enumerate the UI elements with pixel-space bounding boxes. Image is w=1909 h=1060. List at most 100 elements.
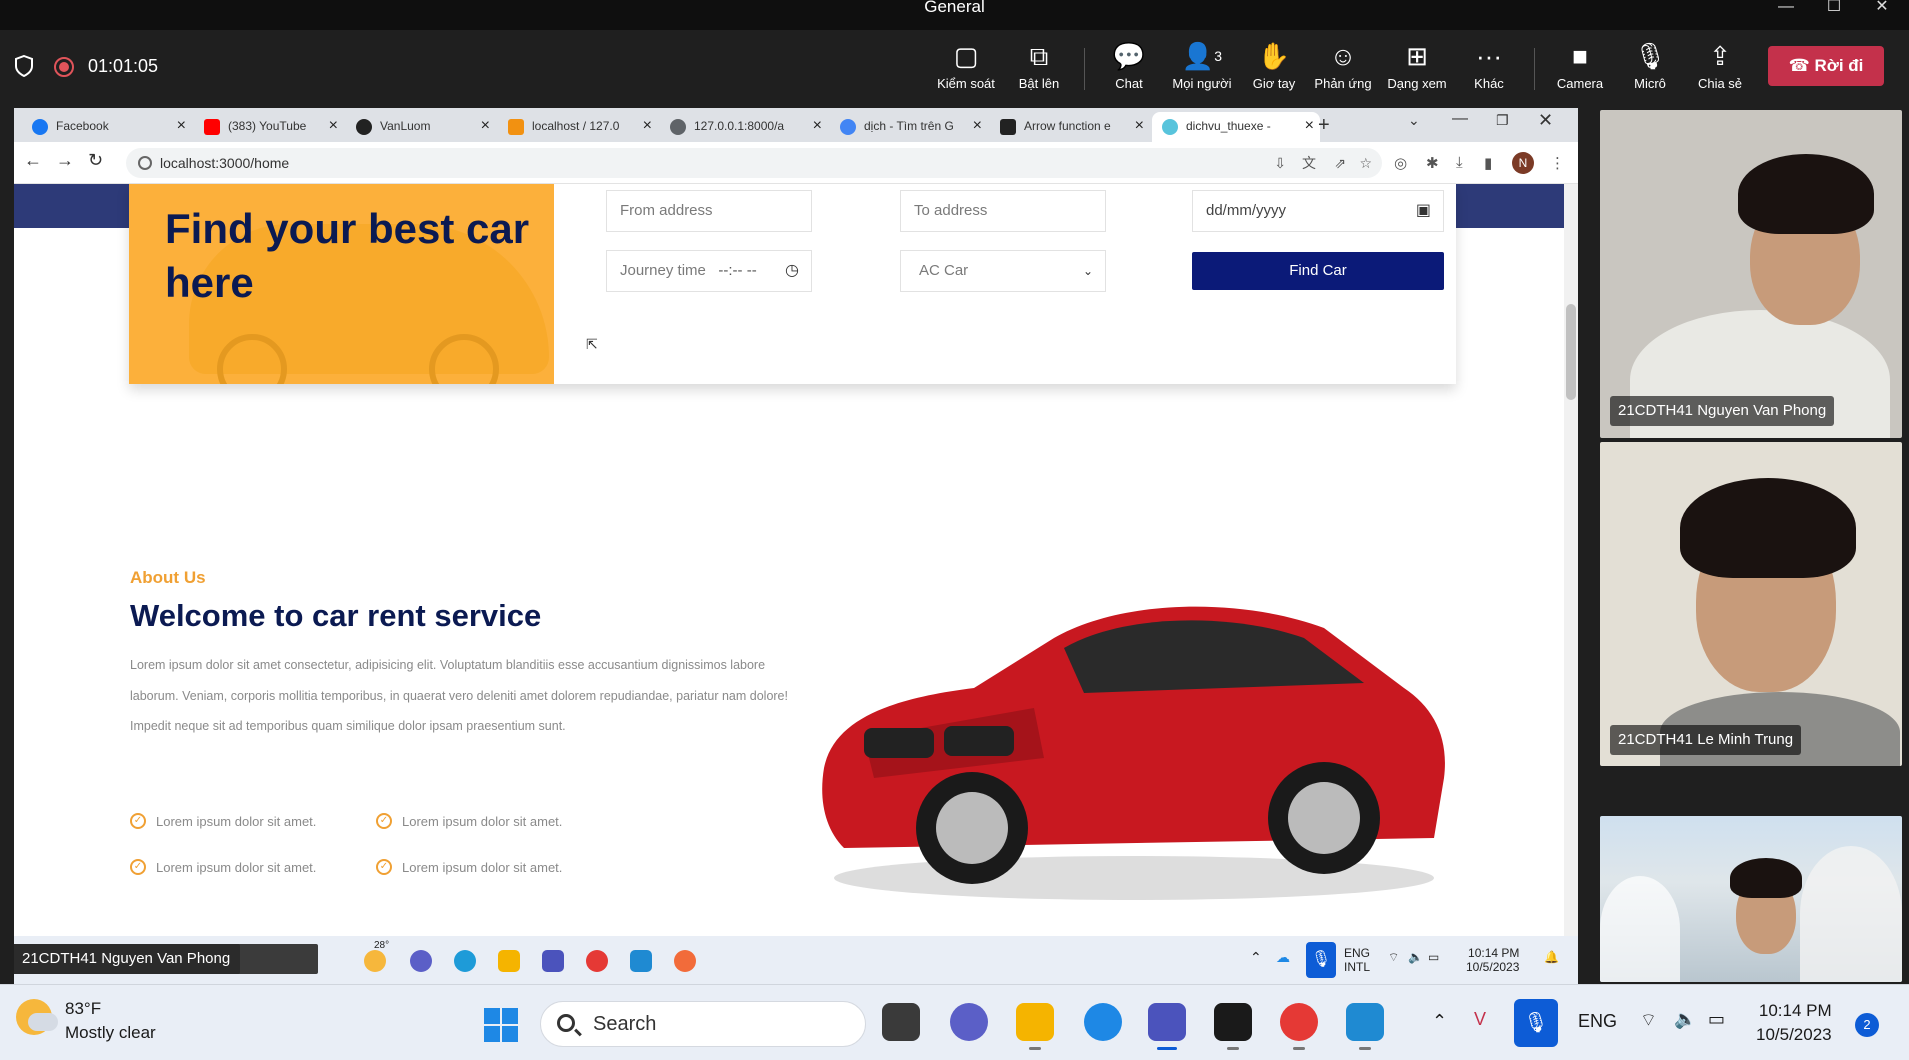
chat-button[interactable]: 💬 Chat	[1098, 40, 1160, 100]
weather-condition[interactable]: Mostly clear	[65, 1023, 156, 1043]
control-button[interactable]: ▢ Kiểm soát	[930, 40, 1002, 100]
find-car-button[interactable]: Find Car	[1192, 252, 1444, 290]
weather-icon[interactable]	[16, 999, 58, 1035]
leave-button[interactable]: ☎ Rời đi	[1768, 46, 1884, 86]
clock-icon[interactable]: ◷	[785, 251, 799, 291]
close-tab-icon[interactable]: ×	[1135, 112, 1144, 140]
close-tab-icon[interactable]: ×	[177, 112, 186, 140]
minimize-button[interactable]: —	[1764, 0, 1808, 22]
url-input[interactable]: localhost:3000/home ⇩ 文 ⇗ ☆	[126, 148, 1382, 178]
more-button[interactable]: ··· Khác	[1458, 40, 1520, 100]
input-language[interactable]: ENG	[1578, 1011, 1617, 1032]
browser-close-icon[interactable]: ✕	[1538, 110, 1553, 131]
profile-avatar[interactable]: N	[1512, 152, 1534, 174]
reload-icon[interactable]: ↻	[88, 150, 103, 171]
browser-tab[interactable]: dịch - Tìm trên G ×	[830, 112, 988, 142]
browser-minimize-icon[interactable]: —	[1452, 110, 1468, 128]
raise-hand-button[interactable]: ✋ Giơ tay	[1244, 40, 1304, 100]
weather-temperature[interactable]: 83°F	[65, 999, 101, 1019]
forward-icon[interactable]: →	[56, 150, 74, 171]
notification-badge[interactable]: 2	[1855, 1013, 1879, 1037]
tab-search-icon[interactable]: ⌄	[1408, 112, 1420, 129]
task-view-icon[interactable]	[882, 1003, 920, 1041]
zalo-icon[interactable]	[1084, 1003, 1122, 1041]
reaction-button[interactable]: ☺ Phản ứng	[1306, 40, 1380, 100]
vietkey-icon[interactable]: V	[1474, 1009, 1486, 1030]
vscode-icon[interactable]	[1346, 1003, 1384, 1050]
teams-chat-icon[interactable]	[410, 950, 432, 972]
extension-icon[interactable]: ◎	[1394, 154, 1407, 172]
onedrive-icon[interactable]: ☁	[1276, 950, 1290, 964]
mic-button[interactable]: 🎙 Micrô	[1620, 40, 1680, 100]
browser-restore-icon[interactable]: ❐	[1496, 112, 1509, 129]
participant-tile[interactable]: 21CDTH41 Nguyen Van Phong	[1600, 110, 1902, 438]
chevron-up-icon[interactable]: ⌃	[1250, 950, 1262, 964]
browser-tab[interactable]: (383) YouTube ×	[194, 112, 344, 142]
close-tab-icon[interactable]: ×	[643, 112, 652, 140]
inner-clock[interactable]: 10:14 PM 10/5/2023	[1466, 946, 1519, 974]
share-page-icon[interactable]: ⇗	[1334, 148, 1346, 178]
share-button[interactable]: ⇪ Chia sẻ	[1688, 40, 1752, 100]
volume-icon[interactable]: 🔈	[1408, 950, 1423, 964]
journey-time-input[interactable]: Journey time --:-- -- ◷	[606, 250, 812, 292]
postman-icon[interactable]	[674, 950, 696, 972]
side-panel-icon[interactable]: ▮	[1484, 154, 1492, 172]
extensions-puzzle-icon[interactable]: ✱	[1426, 154, 1439, 172]
browser-tab[interactable]: 127.0.0.1:8000/a ×	[660, 112, 828, 142]
chrome-icon[interactable]	[586, 950, 608, 972]
edge-icon[interactable]	[454, 950, 476, 972]
participant-tile[interactable]	[1600, 816, 1902, 982]
close-tab-icon[interactable]: ×	[813, 112, 822, 140]
browser-tab[interactable]: Arrow function e ×	[990, 112, 1150, 142]
browser-menu-icon[interactable]: ⋮	[1550, 154, 1565, 172]
teams-icon[interactable]	[1148, 1003, 1186, 1050]
system-clock[interactable]: 10:14 PM 10/5/2023	[1756, 999, 1832, 1047]
close-button[interactable]: ✕	[1860, 0, 1904, 22]
site-info-icon[interactable]	[138, 156, 152, 170]
install-icon[interactable]: ⇩	[1274, 148, 1286, 178]
from-address-input[interactable]: From address	[606, 190, 812, 232]
new-tab-icon[interactable]: +	[1318, 114, 1330, 137]
browser-tab-active[interactable]: dichvu_thuexe - ×	[1152, 112, 1320, 142]
chrome-icon[interactable]	[1280, 1003, 1318, 1050]
start-button[interactable]	[484, 1008, 518, 1042]
teams-chat-icon[interactable]	[950, 1003, 988, 1041]
people-button[interactable]: 👤3 Mọi người	[1164, 40, 1240, 100]
mic-tray-icon[interactable]: 🎙	[1514, 999, 1558, 1047]
close-tab-icon[interactable]: ×	[329, 112, 338, 140]
browser-tab[interactable]: VanLuom ×	[346, 112, 496, 142]
page-scrollbar[interactable]	[1564, 184, 1578, 936]
file-explorer-icon[interactable]	[1016, 1003, 1054, 1050]
taskbar-search-input[interactable]: Search	[540, 1001, 866, 1047]
close-tab-icon[interactable]: ×	[481, 112, 490, 140]
date-input[interactable]: dd/mm/yyyy ▣	[1192, 190, 1444, 232]
pop-out-button[interactable]: ⧉ Bật lên	[1004, 40, 1074, 100]
notification-bell-icon[interactable]: 🔔	[1544, 950, 1559, 964]
translate-icon[interactable]: 文	[1302, 148, 1316, 178]
close-tab-icon[interactable]: ×	[1305, 112, 1314, 140]
wifi-icon[interactable]: ⌔	[1388, 950, 1399, 964]
wifi-icon[interactable]: ⌔	[1640, 1009, 1657, 1032]
input-language[interactable]: ENG INTL	[1344, 946, 1370, 974]
battery-icon[interactable]: ▭	[1708, 1009, 1725, 1030]
weather-icon[interactable]	[364, 950, 386, 972]
back-icon[interactable]: ←	[24, 150, 42, 171]
car-type-select[interactable]: AC Car ⌄	[900, 250, 1106, 292]
teams-icon[interactable]	[542, 950, 564, 972]
vscode-icon[interactable]	[630, 950, 652, 972]
winamp-icon[interactable]	[1214, 1003, 1252, 1050]
file-explorer-icon[interactable]	[498, 950, 520, 972]
battery-icon[interactable]: ▭	[1428, 950, 1439, 964]
close-tab-icon[interactable]: ×	[973, 112, 982, 140]
to-address-input[interactable]: To address	[900, 190, 1106, 232]
maximize-button[interactable]: ☐	[1812, 0, 1856, 22]
chevron-up-icon[interactable]: ⌃	[1432, 1011, 1447, 1032]
volume-icon[interactable]: 🔈	[1674, 1009, 1696, 1030]
mic-tray-icon[interactable]: 🎙	[1306, 942, 1336, 978]
bookmark-star-icon[interactable]: ☆	[1359, 148, 1372, 178]
downloads-icon[interactable]: ⤓	[1456, 154, 1463, 171]
view-button[interactable]: ⊞ Dạng xem	[1382, 40, 1452, 100]
participant-tile[interactable]: 21CDTH41 Le Minh Trung	[1600, 442, 1902, 766]
calendar-icon[interactable]: ▣	[1416, 191, 1431, 231]
camera-button[interactable]: ■ Camera	[1548, 40, 1612, 100]
